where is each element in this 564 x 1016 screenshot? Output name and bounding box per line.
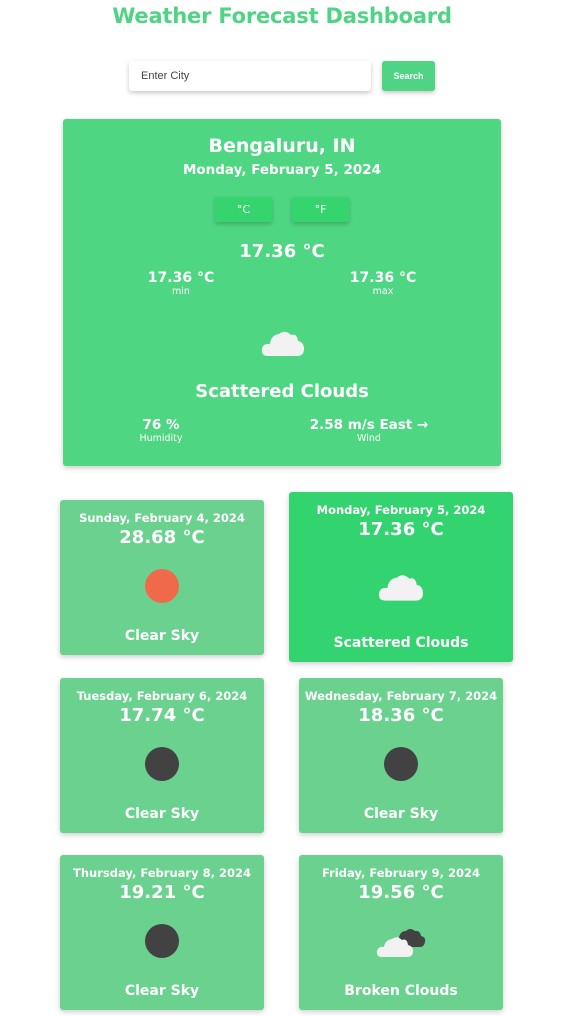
forecast-temperature: 19.21 °C (119, 882, 205, 903)
max-temperature-value: 17.36 °C (349, 270, 417, 286)
forecast-description: Clear Sky (124, 983, 200, 999)
forecast-date: Thursday, February 8, 2024 (73, 866, 251, 880)
forecast-date: Wednesday, February 7, 2024 (304, 689, 498, 703)
max-temperature-label: max (372, 286, 394, 297)
current-date: Monday, February 5, 2024 (182, 162, 382, 178)
humidity-label: Humidity (139, 433, 183, 444)
humidity: 76 % Humidity (81, 417, 241, 444)
forecast-card[interactable]: Thursday, February 8, 2024 19.21 °C Clea… (60, 855, 264, 1010)
moon-icon (384, 747, 418, 781)
max-temperature: 17.36 °C max (323, 270, 443, 297)
fahrenheit-button[interactable]: °F (292, 197, 349, 222)
forecast-card[interactable]: Sunday, February 4, 2024 28.68 °C Clear … (60, 500, 264, 655)
moon-icon (145, 747, 179, 781)
forecast-description: Scattered Clouds (333, 635, 469, 651)
forecast-date: Monday, February 5, 2024 (316, 503, 486, 517)
cloud-icon (261, 329, 305, 361)
cloud-icon (378, 572, 424, 606)
celsius-button[interactable]: °C (215, 197, 272, 222)
humidity-value: 76 % (142, 417, 180, 433)
forecast-description: Clear Sky (124, 806, 200, 822)
wind: 2.58 m/s East → Wind (289, 417, 449, 444)
forecast-temperature: 17.74 °C (119, 705, 205, 726)
city-search-input[interactable] (129, 61, 371, 91)
forecast-date: Tuesday, February 6, 2024 (76, 689, 248, 703)
forecast-card[interactable]: Tuesday, February 6, 2024 17.74 °C Clear… (60, 678, 264, 833)
forecast-date: Friday, February 9, 2024 (322, 866, 480, 880)
forecast-card[interactable]: Wednesday, February 7, 2024 18.36 °C Cle… (299, 678, 503, 833)
wind-label: Wind (357, 433, 381, 444)
forecast-temperature: 28.68 °C (119, 527, 205, 548)
weather-description: Scattered Clouds (195, 381, 369, 402)
broken-clouds-icon (376, 925, 426, 963)
forecast-temperature: 18.36 °C (358, 705, 444, 726)
min-temperature-value: 17.36 °C (147, 270, 215, 286)
wind-value: 2.58 m/s East → (309, 417, 429, 433)
page-title: Weather Forecast Dashboard (112, 4, 452, 28)
sun-icon (145, 569, 179, 603)
forecast-temperature: 17.36 °C (358, 519, 444, 540)
forecast-description: Clear Sky (124, 628, 200, 644)
moon-icon (145, 924, 179, 958)
min-temperature: 17.36 °C min (121, 270, 241, 297)
current-weather-card: Bengaluru, IN Monday, February 5, 2024 °… (63, 119, 501, 466)
forecast-description: Clear Sky (363, 806, 439, 822)
forecast-card[interactable]: Friday, February 9, 2024 19.56 °C Broken… (299, 855, 503, 1010)
forecast-card-active[interactable]: Monday, February 5, 2024 17.36 °C Scatte… (289, 492, 513, 662)
min-temperature-label: min (172, 286, 190, 297)
current-temperature: 17.36 °C (239, 241, 325, 262)
current-city: Bengaluru, IN (208, 135, 356, 157)
forecast-date: Sunday, February 4, 2024 (79, 511, 245, 525)
forecast-description: Broken Clouds (344, 983, 458, 999)
search-button[interactable]: Search (382, 61, 435, 91)
forecast-temperature: 19.56 °C (358, 882, 444, 903)
